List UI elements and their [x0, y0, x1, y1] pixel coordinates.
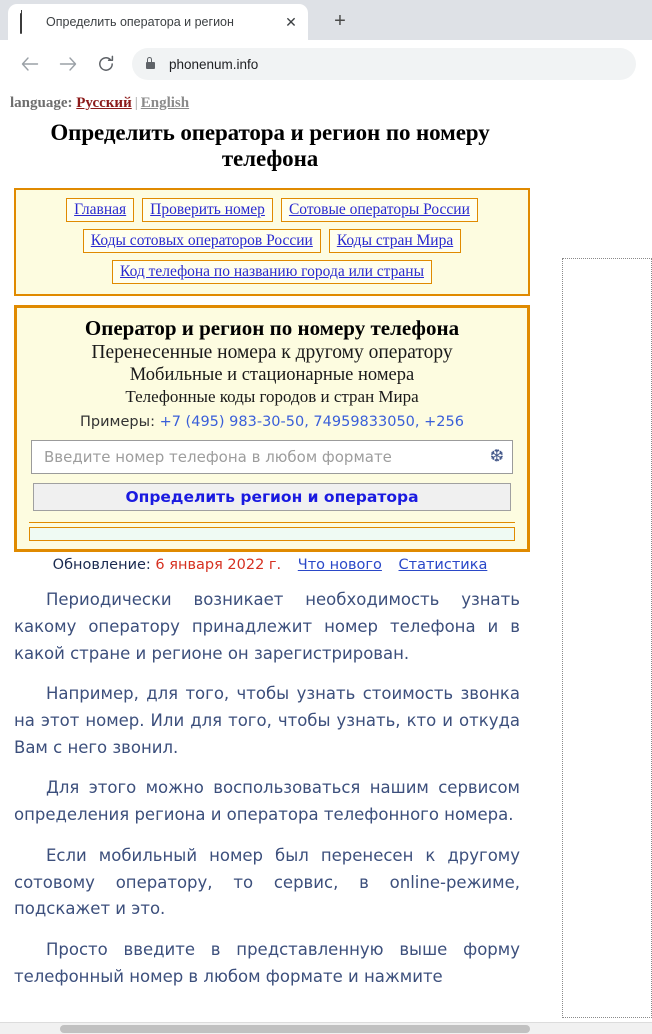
examples-label: Примеры: — [80, 414, 155, 431]
whats-new-link[interactable]: Что нового — [298, 557, 382, 573]
update-line: Обновление: 6 января 2022 г. Что нового … — [0, 557, 540, 573]
article-paragraph: Например, для того, чтобы узнать стоимос… — [14, 684, 520, 757]
form-heading-primary: Оператор и регион по номеру телефона — [84, 316, 460, 341]
browser-tab[interactable]: Определить оператора и регион ✕ — [8, 4, 308, 40]
lookup-submit-button[interactable]: Определить регион и оператора — [33, 483, 511, 512]
article-paragraph: Если мобильный номер был перенесен к дру… — [14, 845, 520, 919]
page-content: language: Русский | English Определить опе… — [0, 88, 540, 990]
examples-values: +7 (495) 983-30-50, 74959833050, +256 — [159, 414, 464, 431]
result-output-bar — [29, 527, 515, 542]
nav-item-operator-codes[interactable]: Коды сотовых операторов России — [82, 229, 321, 254]
new-tab-button[interactable]: + — [326, 8, 354, 36]
form-heading-codes: Телефонные коды городов и стран Мира — [125, 387, 419, 407]
reload-icon[interactable] — [90, 48, 122, 80]
address-bar[interactable]: phonenum.info — [132, 48, 636, 80]
mobile-phone-icon — [20, 13, 36, 34]
language-link-en[interactable]: English — [141, 95, 189, 111]
forward-icon[interactable] — [52, 48, 84, 80]
update-date: 6 января 2022 г. — [155, 557, 282, 574]
horizontal-scrollbar-thumb[interactable] — [60, 1025, 530, 1033]
phone-number-input[interactable] — [31, 440, 513, 475]
article-paragraph: Для этого можно воспользоваться нашим се… — [14, 778, 520, 825]
site-navigation-panel: Главная Проверить номер Сотовые оператор… — [14, 188, 530, 297]
language-bar: language: Русский | English — [0, 88, 540, 112]
language-separator: | — [134, 95, 138, 111]
lock-icon — [146, 57, 155, 69]
examples-line: Примеры: +7 (495) 983-30-50, 74959833050… — [27, 414, 517, 430]
nav-row: Главная Проверить номер Сотовые оператор… — [16, 198, 528, 223]
form-heading-mobile-landline: Мобильные и стационарные номера — [129, 365, 415, 386]
article-body: Периодически возникает необходимость узн… — [0, 587, 540, 990]
address-bar-url: phonenum.info — [169, 56, 259, 72]
ad-placeholder — [562, 258, 652, 1018]
close-icon[interactable]: ✕ — [280, 11, 302, 33]
article-paragraph: Периодически возникает необходимость узн… — [14, 590, 520, 663]
nav-item-russian-operators[interactable]: Сотовые операторы России — [280, 198, 478, 223]
horizontal-scrollbar[interactable] — [0, 1022, 652, 1034]
form-divider — [29, 522, 515, 524]
statistics-link[interactable]: Статистика — [399, 557, 488, 573]
nav-row: Код телефона по названию города или стра… — [16, 260, 528, 285]
nav-item-country-codes[interactable]: Коды стран Мира — [328, 229, 462, 254]
back-icon[interactable] — [14, 48, 46, 80]
nav-row: Коды сотовых операторов России Коды стра… — [16, 229, 528, 254]
tab-title: Определить оператора и регион — [46, 15, 234, 29]
lookup-form-box: Оператор и регион по номеру телефона Пер… — [14, 305, 530, 553]
nav-item-home[interactable]: Главная — [66, 198, 135, 223]
browser-chrome: Определить оператора и регион ✕ + phonen… — [0, 0, 652, 88]
article-paragraph: Просто введите в представленную выше фор… — [14, 940, 520, 986]
form-heading-ported: Перенесенные номера к другому оператору — [91, 342, 453, 364]
language-link-ru[interactable]: Русский — [76, 95, 131, 111]
phone-input-wrapper: ❆ — [31, 440, 513, 475]
language-label: language: — [10, 95, 73, 111]
tab-strip: Определить оператора и регион ✕ + — [0, 0, 652, 40]
nav-item-check-number[interactable]: Проверить номер — [142, 198, 273, 223]
nav-item-city-country-code[interactable]: Код телефона по названию города или стра… — [112, 260, 432, 285]
update-label: Обновление: — [52, 557, 151, 574]
page-title: Определить оператора и регион по номеру … — [50, 120, 490, 171]
page-viewport: language: Русский | English Определить опе… — [0, 88, 652, 1034]
browser-toolbar: phonenum.info — [0, 40, 652, 88]
